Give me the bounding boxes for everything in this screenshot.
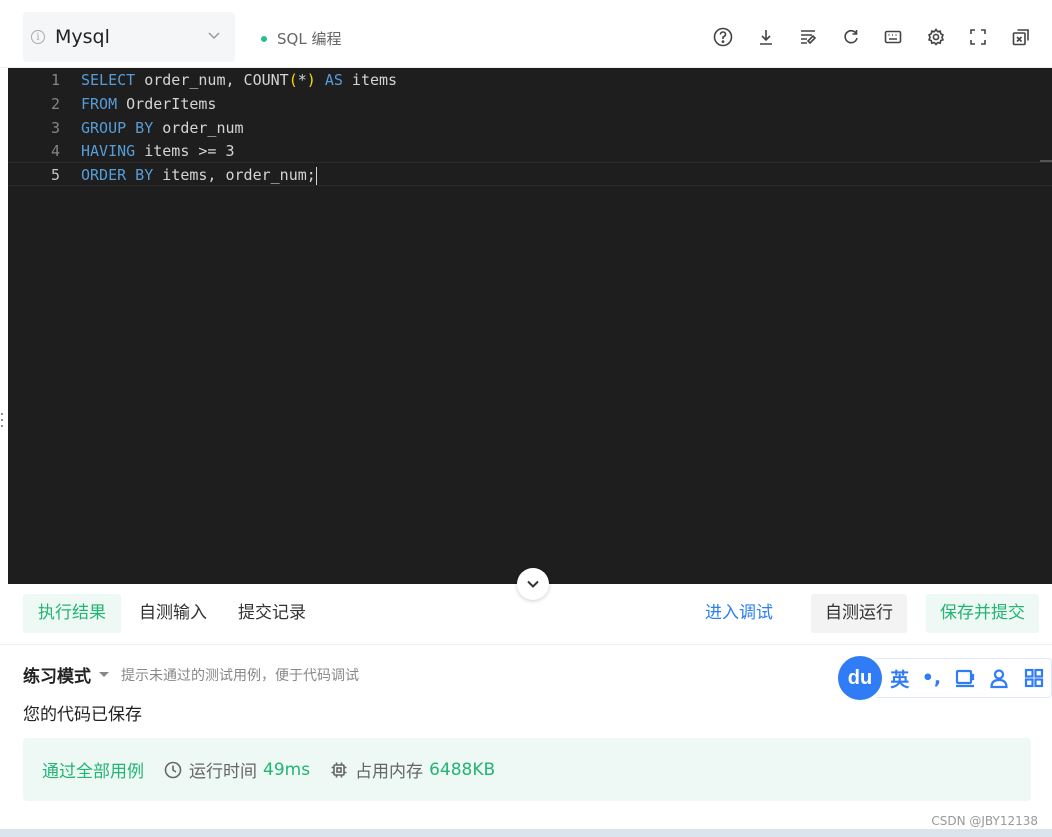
code-line: 1 SELECT order_num, COUNT(*) AS items bbox=[8, 68, 1052, 92]
language-label: Mysql bbox=[55, 26, 110, 48]
line-text: ORDER BY items, order_num; bbox=[81, 163, 317, 187]
format-icon bbox=[801, 30, 817, 45]
saved-message: 您的代码已保存 bbox=[23, 705, 142, 725]
memory-value: 6488KB bbox=[429, 759, 496, 780]
pass-status: 通过全部用例 bbox=[42, 762, 144, 782]
drag-grip-icon bbox=[1, 413, 3, 427]
line-number: 2 bbox=[50, 95, 60, 113]
tab-execution-result[interactable]: 执行结果 bbox=[23, 594, 121, 633]
settings-icon bbox=[927, 28, 944, 46]
settings-button[interactable] bbox=[915, 24, 958, 50]
help-button[interactable] bbox=[702, 24, 745, 50]
code-token: items >= 3 bbox=[135, 142, 235, 160]
code-editor[interactable]: 1 SELECT order_num, COUNT(*) AS items 2 … bbox=[8, 68, 1052, 584]
code-token: order_num, COUNT bbox=[135, 71, 289, 89]
popout-icon bbox=[1012, 29, 1029, 46]
code-line-active: 5 ORDER BY items, order_num; bbox=[8, 162, 1052, 186]
memory-label: 占用内存 bbox=[355, 762, 424, 782]
info-icon: i bbox=[31, 30, 45, 44]
text-cursor bbox=[315, 166, 317, 185]
download-icon bbox=[759, 30, 772, 45]
editor-toolbar: i Mysql SQL 编程 bbox=[0, 0, 1052, 68]
self-test-run-button[interactable]: 自测运行 bbox=[811, 594, 907, 633]
code-token: SELECT bbox=[81, 71, 136, 89]
toolbar-icons bbox=[702, 24, 1042, 50]
line-number: 3 bbox=[50, 119, 60, 137]
reset-button[interactable] bbox=[830, 24, 873, 50]
language-select[interactable]: i Mysql bbox=[23, 12, 235, 62]
bottom-strip bbox=[0, 829, 1052, 837]
ime-user-icon[interactable] bbox=[988, 667, 1010, 689]
ime-punctuation-toggle[interactable]: •, bbox=[922, 667, 941, 689]
code-token: FROM bbox=[81, 95, 118, 113]
runtime-value: 49ms bbox=[263, 759, 311, 780]
code-token: GROUP BY bbox=[81, 119, 154, 137]
ime-skin-icon[interactable] bbox=[954, 667, 976, 689]
code-token: * bbox=[297, 71, 307, 89]
tab-submission-history[interactable]: 提交记录 bbox=[223, 594, 321, 633]
result-panel-header: 执行结果 自测输入 提交记录 进入调试 自测运行 保存并提交 bbox=[0, 584, 1052, 645]
code-token: AS bbox=[324, 71, 343, 89]
format-button[interactable] bbox=[787, 24, 830, 50]
debug-button[interactable]: 进入调试 bbox=[693, 594, 785, 633]
save-submit-button[interactable]: 保存并提交 bbox=[926, 594, 1039, 633]
code-token: ORDER BY bbox=[81, 166, 154, 184]
tab-custom-input[interactable]: 自测输入 bbox=[124, 594, 222, 633]
line-text: SELECT order_num, COUNT(*) AS items bbox=[81, 68, 397, 92]
keyboard-button[interactable] bbox=[872, 24, 915, 50]
code-line: 2 FROM OrderItems bbox=[8, 92, 1052, 116]
fullscreen-icon bbox=[970, 29, 987, 45]
line-text: FROM OrderItems bbox=[81, 92, 216, 116]
ime-toolbar: du 英 •, bbox=[838, 656, 1052, 700]
code-line: 3 GROUP BY order_num bbox=[8, 116, 1052, 140]
fullscreen-button[interactable] bbox=[957, 24, 1000, 50]
caret-down-icon[interactable] bbox=[99, 672, 109, 677]
code-token: items bbox=[342, 71, 398, 89]
mode-tag: SQL 编程 bbox=[261, 28, 341, 49]
popout-button[interactable] bbox=[1000, 24, 1043, 50]
runtime-stat: 运行时间 49ms bbox=[164, 757, 310, 782]
memory-stat: 占用内存 6488KB bbox=[330, 757, 495, 782]
line-number: 4 bbox=[50, 142, 60, 160]
ime-language-toggle[interactable]: 英 bbox=[890, 665, 909, 692]
watermark: CSDN @JBY12138 bbox=[931, 814, 1038, 828]
mode-label: SQL 编程 bbox=[277, 30, 342, 48]
chip-icon bbox=[331, 762, 347, 777]
help-icon bbox=[713, 27, 733, 47]
ime-logo-button[interactable]: du bbox=[838, 656, 882, 700]
result-summary: 通过全部用例 运行时间 49ms 占用内存 6488KB bbox=[23, 738, 1031, 801]
practice-mode-dropdown[interactable]: 练习模式 bbox=[23, 662, 91, 687]
code-token: ( bbox=[288, 71, 298, 89]
ime-grid-icon[interactable] bbox=[1023, 667, 1045, 689]
ime-strip: 英 •, bbox=[876, 658, 1052, 698]
scrollbar-marker[interactable] bbox=[1040, 160, 1052, 162]
resize-handle[interactable] bbox=[0, 410, 4, 430]
runtime-label: 运行时间 bbox=[189, 762, 257, 782]
practice-mode-row: 练习模式 提示未通过的测试用例，便于代码调试 bbox=[23, 662, 359, 687]
status-dot bbox=[261, 35, 267, 42]
code-token: ) bbox=[306, 71, 316, 89]
code-line: 4 HAVING items >= 3 bbox=[8, 139, 1052, 163]
clock-icon bbox=[164, 761, 182, 778]
practice-hint: 提示未通过的测试用例，便于代码调试 bbox=[121, 667, 359, 684]
line-number: 5 bbox=[50, 166, 60, 184]
code-token: order_num bbox=[153, 119, 244, 137]
line-text: HAVING items >= 3 bbox=[81, 139, 235, 163]
code-token: items, order_num; bbox=[153, 166, 316, 184]
keyboard-icon bbox=[884, 30, 902, 44]
code-token: OrderItems bbox=[117, 95, 217, 113]
line-text: GROUP BY order_num bbox=[81, 116, 244, 140]
line-number: 1 bbox=[50, 71, 60, 89]
chevron-down-icon bbox=[208, 32, 220, 40]
code-token: HAVING bbox=[81, 142, 136, 160]
refresh-icon bbox=[844, 29, 858, 44]
download-button[interactable] bbox=[745, 24, 788, 50]
